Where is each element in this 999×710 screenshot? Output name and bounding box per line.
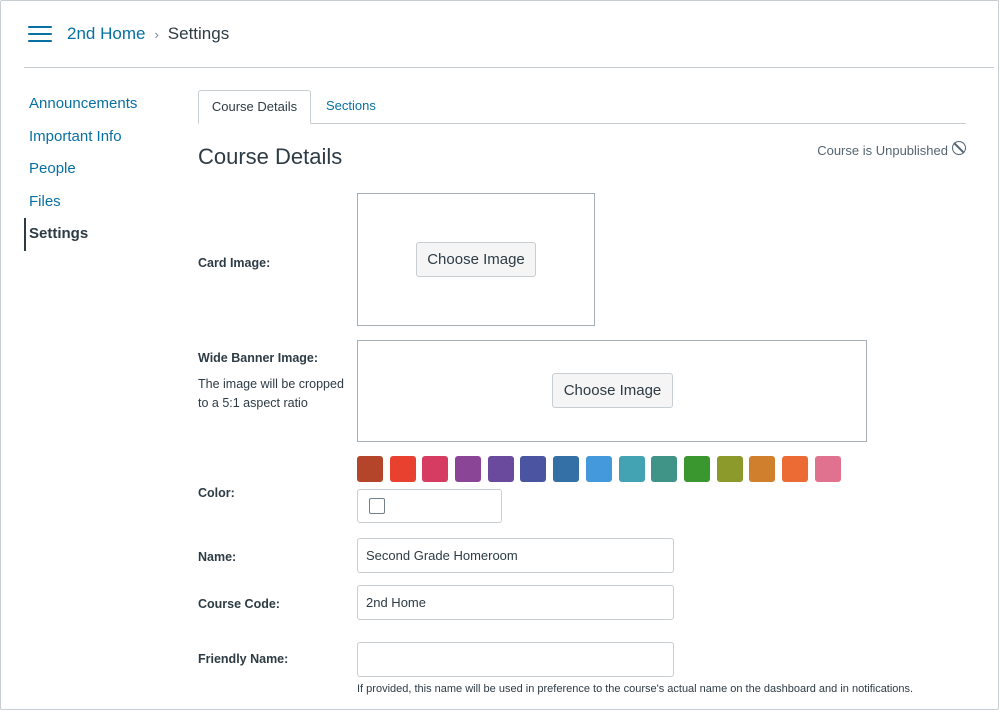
friendly-name-input[interactable] bbox=[357, 642, 674, 677]
page-header: 2nd Home › Settings bbox=[24, 0, 994, 68]
sidebar-item-important-info[interactable]: Important Info bbox=[24, 121, 174, 154]
banner-choose-image-button[interactable]: Choose Image bbox=[552, 373, 673, 408]
hamburger-menu-icon[interactable] bbox=[28, 26, 52, 44]
card-choose-image-button[interactable]: Choose Image bbox=[416, 242, 536, 277]
settings-tabs: Course Details Sections bbox=[198, 90, 966, 124]
color-swatch-10[interactable] bbox=[651, 456, 678, 482]
sidebar-item-settings[interactable]: Settings bbox=[24, 218, 174, 251]
custom-color-input[interactable] bbox=[357, 489, 502, 523]
breadcrumb-current: Settings bbox=[167, 24, 230, 43]
sidebar-item-files[interactable]: Files bbox=[24, 186, 174, 219]
tab-course-details[interactable]: Course Details bbox=[198, 90, 311, 124]
course-nav: Announcements Important Info People File… bbox=[24, 88, 174, 251]
tab-sections[interactable]: Sections bbox=[326, 90, 376, 124]
card-image-dropzone[interactable]: Choose Image bbox=[357, 193, 595, 326]
color-swatch-5[interactable] bbox=[487, 456, 514, 482]
color-swatches bbox=[357, 456, 847, 482]
course-code-label: Course Code: bbox=[198, 597, 280, 611]
name-input[interactable]: Second Grade Homeroom bbox=[357, 538, 674, 573]
chevron-right-icon: › bbox=[154, 26, 159, 42]
sidebar-item-people[interactable]: People bbox=[24, 153, 174, 186]
name-label: Name: bbox=[198, 550, 237, 564]
breadcrumb-course-link[interactable]: 2nd Home bbox=[67, 24, 145, 44]
color-swatch-14[interactable] bbox=[781, 456, 808, 482]
color-swatch-4[interactable] bbox=[455, 456, 482, 482]
sidebar-item-announcements[interactable]: Announcements bbox=[24, 88, 174, 121]
color-swatch-6[interactable] bbox=[520, 456, 547, 482]
breadcrumb: 2nd Home › Settings bbox=[67, 24, 229, 44]
color-swatch-8[interactable] bbox=[585, 456, 612, 482]
banner-image-dropzone[interactable]: Choose Image bbox=[357, 340, 867, 442]
color-swatch-15[interactable] bbox=[814, 456, 841, 482]
friendly-name-help: If provided, this name will be used in p… bbox=[357, 683, 914, 695]
color-swatch-7[interactable] bbox=[553, 456, 580, 482]
color-swatch-1[interactable] bbox=[357, 456, 383, 482]
color-swatch-13[interactable] bbox=[749, 456, 776, 482]
publish-status: Course is Unpublished bbox=[817, 140, 966, 158]
color-label: Color: bbox=[198, 486, 235, 500]
banner-image-hint: The image will be cropped to a 5:1 aspec… bbox=[198, 377, 344, 410]
color-swatch-9[interactable] bbox=[618, 456, 645, 482]
unpublished-icon bbox=[952, 140, 966, 155]
color-swatch-12[interactable] bbox=[716, 456, 743, 482]
page-title: Course Details bbox=[198, 144, 343, 169]
banner-image-label: Wide Banner Image: bbox=[198, 351, 319, 365]
color-swatch-2[interactable] bbox=[389, 456, 416, 482]
friendly-name-label: Friendly Name: bbox=[198, 652, 289, 666]
publish-status-text: Course is Unpublished bbox=[817, 143, 948, 158]
color-swatch-3[interactable] bbox=[422, 456, 449, 482]
color-swatch-11[interactable] bbox=[683, 456, 710, 482]
card-image-label: Card Image: bbox=[198, 256, 271, 270]
course-code-input[interactable]: 2nd Home bbox=[357, 585, 674, 620]
color-preview-checkbox[interactable] bbox=[369, 498, 385, 514]
